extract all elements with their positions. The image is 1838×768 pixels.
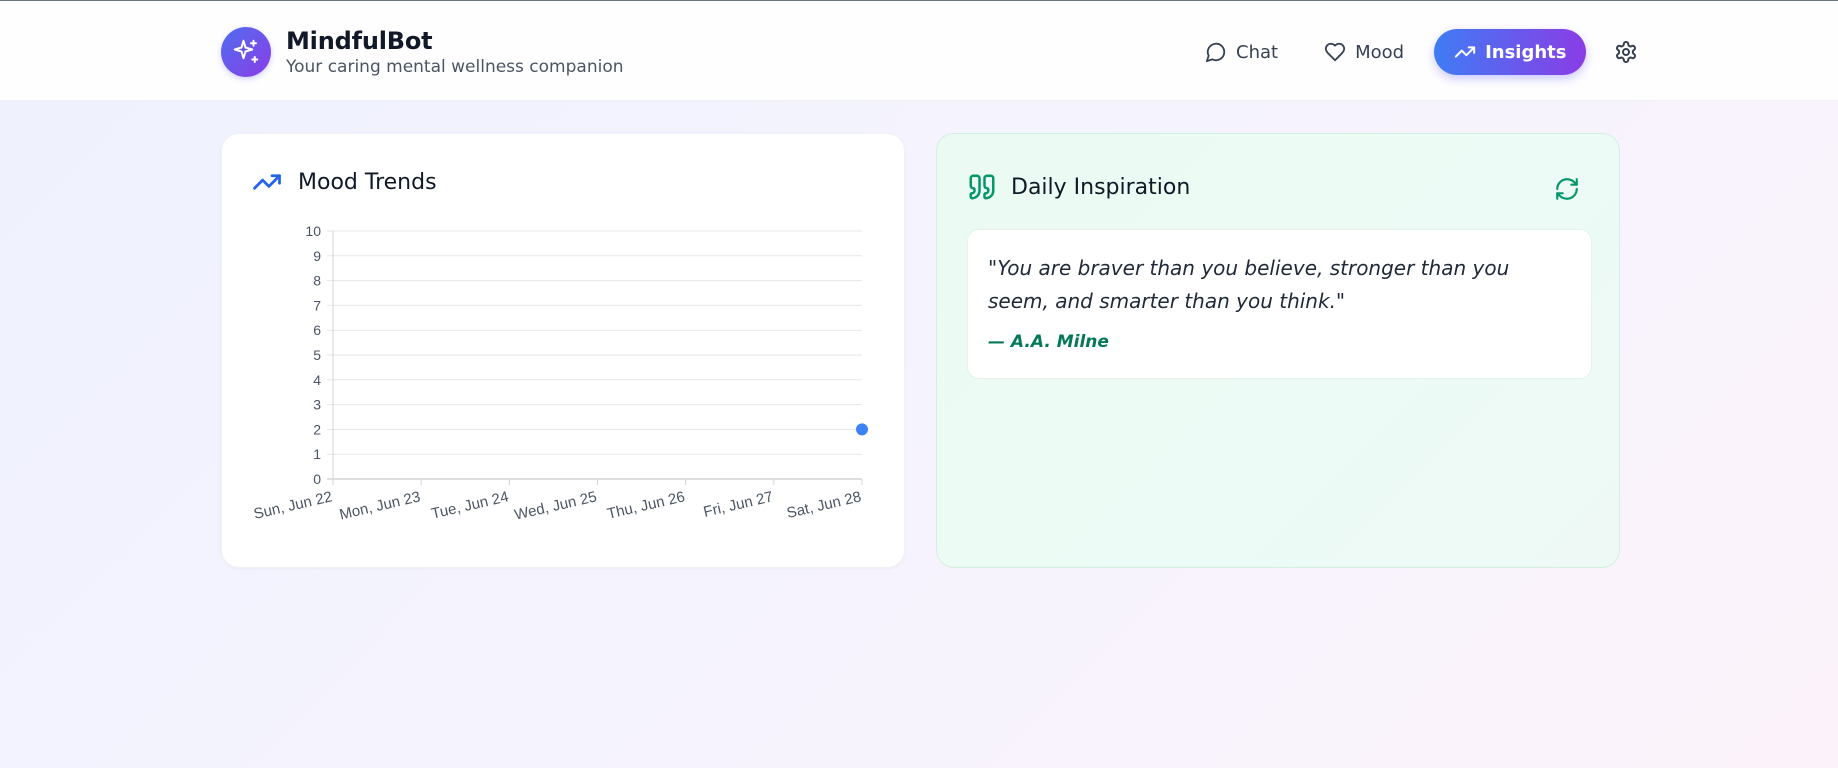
x-tick-label: Thu, Jun 26: [606, 488, 687, 522]
quote-box: "You are braver than you believe, strong…: [967, 229, 1592, 379]
refresh-icon: [1556, 178, 1578, 200]
y-tick-label: 0: [313, 471, 321, 487]
app-subtitle: Your caring mental wellness companion: [286, 57, 624, 77]
quote-icon: [969, 174, 995, 200]
nav-insights-label: Insights: [1485, 41, 1567, 63]
y-tick-label: 6: [313, 322, 321, 338]
main-nav: Chat Mood Insights: [1185, 29, 1646, 75]
nav-mood-label: Mood: [1355, 41, 1405, 63]
x-tick-label: Sun, Jun 22: [252, 488, 334, 523]
y-tick-label: 9: [313, 248, 321, 264]
nav-chat-label: Chat: [1236, 41, 1279, 63]
mood-data-point[interactable]: [856, 423, 868, 436]
x-tick-label: Tue, Jun 24: [430, 488, 510, 522]
y-tick-label: 2: [313, 421, 321, 437]
gear-icon: [1616, 41, 1637, 63]
app-header: MindfulBot Your caring mental wellness c…: [0, 1, 1838, 101]
daily-inspiration-card: Daily Inspiration "You are braver than y…: [936, 133, 1620, 568]
brand: MindfulBot Your caring mental wellness c…: [221, 26, 624, 78]
settings-button[interactable]: [1606, 32, 1646, 72]
chat-bubble-icon: [1205, 42, 1226, 63]
x-tick-label: Fri, Jun 27: [702, 488, 775, 521]
refresh-quote-button[interactable]: [1552, 174, 1582, 204]
y-tick-label: 10: [305, 223, 321, 239]
mood-trend-chart: 0 1 2 3 4 5 6 7 8 9 10 Sun, Jun 22 Mon, Jun 23 Tue, J…: [252, 223, 868, 524]
x-tick-label: Mon, Jun 23: [338, 488, 422, 523]
y-tick-label: 1: [313, 446, 321, 462]
daily-inspiration-title: Daily Inspiration: [1011, 174, 1191, 200]
quote-author: — A.A. Milne: [988, 332, 1109, 352]
x-tick-label: Wed, Jun 25: [513, 488, 599, 523]
app-title: MindfulBot: [286, 27, 433, 55]
trending-up-icon: [1454, 46, 1476, 58]
y-tick-label: 7: [313, 297, 321, 313]
y-tick-label: 5: [313, 347, 321, 363]
y-tick-label: 4: [313, 372, 321, 388]
sparkles-icon: [221, 27, 271, 77]
y-tick-label: 3: [313, 397, 321, 413]
nav-mood-button[interactable]: Mood: [1304, 29, 1424, 75]
nav-insights-button[interactable]: Insights: [1434, 29, 1587, 75]
heart-icon: [1324, 42, 1346, 62]
x-tick-label: Sat, Jun 28: [785, 488, 863, 522]
mood-trends-card: Mood Trends 0 1 2 3 4 5 6 7 8 9 10 Sun, Jun 22 Mon, …: [221, 133, 905, 568]
y-tick-label: 8: [313, 273, 321, 289]
nav-chat-button[interactable]: Chat: [1185, 29, 1298, 75]
quote-text: "You are braver than you believe, strong…: [988, 256, 1510, 313]
